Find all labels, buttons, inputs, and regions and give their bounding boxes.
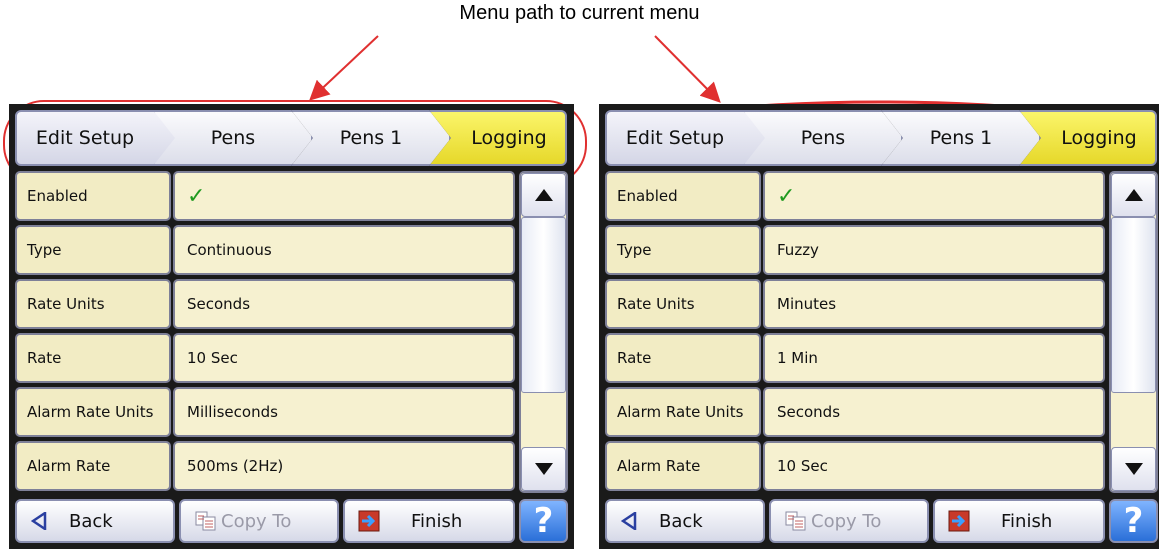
setting-label: Type xyxy=(15,225,171,275)
back-button[interactable]: Back xyxy=(605,499,765,543)
setting-label: Enabled xyxy=(15,171,171,221)
setting-value[interactable]: 500ms (2Hz) xyxy=(173,441,515,491)
triangle-up-icon xyxy=(534,189,553,201)
copy-to-label: Copy To xyxy=(811,510,882,532)
scroll-thumb[interactable] xyxy=(521,217,566,393)
setting-row[interactable]: Alarm Rate Units Seconds xyxy=(605,387,1107,437)
callout-arrow-right xyxy=(654,35,721,103)
help-button[interactable]: ? xyxy=(1109,499,1158,543)
help-button[interactable]: ? xyxy=(519,499,568,543)
left-triangle-icon xyxy=(621,512,637,530)
setting-row[interactable]: Alarm Rate 500ms (2Hz) xyxy=(15,441,517,491)
setting-label: Rate Units xyxy=(15,279,171,329)
setting-row[interactable]: Rate Units Minutes xyxy=(605,279,1107,329)
setting-row[interactable]: Type Fuzzy xyxy=(605,225,1107,275)
checkmark-icon: ✓ xyxy=(187,183,206,209)
checkmark-icon: ✓ xyxy=(777,183,796,209)
finish-button[interactable]: Finish xyxy=(343,499,515,543)
setting-row[interactable]: Alarm Rate Units Milliseconds xyxy=(15,387,517,437)
scroll-down-button[interactable] xyxy=(1111,447,1156,491)
setting-label: Alarm Rate Units xyxy=(15,387,171,437)
setting-value[interactable]: 1 Min xyxy=(763,333,1105,383)
scroll-down-button[interactable] xyxy=(521,447,566,491)
left-triangle-icon xyxy=(31,512,47,530)
setting-value[interactable]: 10 Sec xyxy=(173,333,515,383)
setting-value[interactable]: Seconds xyxy=(173,279,515,329)
setting-label: Rate Units xyxy=(605,279,761,329)
copy-icon xyxy=(195,511,217,531)
setting-row[interactable]: Alarm Rate 10 Sec xyxy=(605,441,1107,491)
setting-value[interactable]: Seconds xyxy=(763,387,1105,437)
scrollbar[interactable] xyxy=(1109,171,1158,493)
setting-value-enabled[interactable]: ✓ xyxy=(763,171,1105,221)
scrollbar[interactable] xyxy=(519,171,568,493)
setting-row[interactable]: Enabled ✓ xyxy=(15,171,517,221)
breadcrumb-pens-1[interactable]: Pens 1 xyxy=(291,110,451,166)
setting-row[interactable]: Type Continuous xyxy=(15,225,517,275)
copy-icon xyxy=(785,511,807,531)
breadcrumb-pens-1[interactable]: Pens 1 xyxy=(881,110,1041,166)
help-icon: ? xyxy=(533,501,554,541)
recorder-screen-right: Edit Setup Pens Pens 1 Logging Enabled ✓… xyxy=(599,104,1159,549)
copy-to-button[interactable]: Copy To xyxy=(179,499,339,543)
breadcrumb-pens[interactable]: Pens xyxy=(153,110,313,166)
exit-door-icon xyxy=(947,509,971,533)
scroll-up-button[interactable] xyxy=(1111,173,1156,217)
scroll-up-button[interactable] xyxy=(521,173,566,217)
recorder-screen-left: Edit Setup Pens Pens 1 Logging Enabled ✓… xyxy=(9,104,574,549)
triangle-up-icon xyxy=(1124,189,1143,201)
setting-value-enabled[interactable]: ✓ xyxy=(173,171,515,221)
setting-label: Alarm Rate Units xyxy=(605,387,761,437)
scroll-thumb[interactable] xyxy=(1111,217,1156,393)
breadcrumb: Edit Setup Pens Pens 1 Logging xyxy=(15,110,567,168)
setting-value[interactable]: Minutes xyxy=(763,279,1105,329)
finish-button[interactable]: Finish xyxy=(933,499,1105,543)
setting-value[interactable]: Fuzzy xyxy=(763,225,1105,275)
callout-arrow-left xyxy=(309,35,379,101)
copy-to-button[interactable]: Copy To xyxy=(769,499,929,543)
setting-label: Rate xyxy=(15,333,171,383)
back-button[interactable]: Back xyxy=(15,499,175,543)
setting-label: Rate xyxy=(605,333,761,383)
setting-label: Alarm Rate xyxy=(605,441,761,491)
triangle-down-icon xyxy=(534,463,553,475)
help-icon: ? xyxy=(1123,501,1144,541)
copy-to-label: Copy To xyxy=(221,510,292,532)
setting-value[interactable]: 10 Sec xyxy=(763,441,1105,491)
breadcrumb-pens[interactable]: Pens xyxy=(743,110,903,166)
back-label: Back xyxy=(659,510,703,532)
triangle-down-icon xyxy=(1124,463,1143,475)
setting-row[interactable]: Rate 10 Sec xyxy=(15,333,517,383)
setting-value[interactable]: Continuous xyxy=(173,225,515,275)
setting-row[interactable]: Enabled ✓ xyxy=(605,171,1107,221)
setting-value[interactable]: Milliseconds xyxy=(173,387,515,437)
breadcrumb-edit-setup[interactable]: Edit Setup xyxy=(15,110,177,166)
back-label: Back xyxy=(69,510,113,532)
breadcrumb-edit-setup[interactable]: Edit Setup xyxy=(605,110,767,166)
finish-label: Finish xyxy=(1001,510,1053,532)
setting-label: Type xyxy=(605,225,761,275)
setting-label: Alarm Rate xyxy=(15,441,171,491)
setting-label: Enabled xyxy=(605,171,761,221)
annotation-caption: Menu path to current menu xyxy=(459,2,700,24)
exit-door-icon xyxy=(357,509,381,533)
setting-row[interactable]: Rate 1 Min xyxy=(605,333,1107,383)
finish-label: Finish xyxy=(411,510,463,532)
breadcrumb: Edit Setup Pens Pens 1 Logging xyxy=(605,110,1157,168)
setting-row[interactable]: Rate Units Seconds xyxy=(15,279,517,329)
